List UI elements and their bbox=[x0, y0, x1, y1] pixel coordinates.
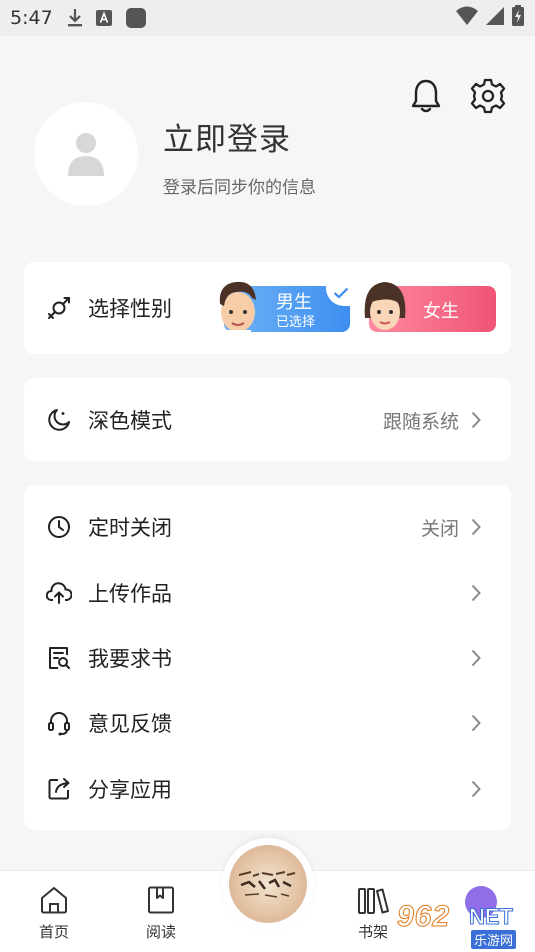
gender-icon bbox=[46, 295, 72, 321]
book-open-icon bbox=[148, 886, 174, 914]
menu-item-feedback[interactable]: 意见反馈 bbox=[24, 690, 511, 756]
nav-bookshelf-label: 书架 bbox=[357, 923, 388, 941]
menu-item-timer[interactable]: 定时关闭 关闭 bbox=[24, 494, 511, 560]
chevron-right-icon bbox=[469, 517, 483, 537]
gear-icon[interactable] bbox=[469, 76, 507, 116]
chevron-right-icon bbox=[469, 648, 483, 668]
nav-bookshelf[interactable]: 书架 bbox=[343, 885, 403, 942]
app-square-icon bbox=[125, 7, 147, 29]
login-title[interactable]: 立即登录 bbox=[163, 114, 291, 159]
nav-reading[interactable]: 阅读 bbox=[131, 885, 191, 942]
menu-item-request-book[interactable]: 我要求书 bbox=[24, 625, 511, 691]
chevron-right-icon bbox=[469, 713, 483, 733]
chevron-right-icon bbox=[469, 583, 483, 603]
download-icon bbox=[67, 8, 83, 28]
avatar[interactable] bbox=[34, 102, 138, 206]
watermark-site-name: 乐游网 bbox=[471, 930, 517, 949]
male-face-icon bbox=[214, 276, 262, 340]
menu-item-label: 上传作品 bbox=[88, 582, 172, 606]
user-placeholder-icon bbox=[68, 133, 104, 176]
site-watermark: 962 NET 乐游网 bbox=[396, 900, 529, 949]
share-icon bbox=[46, 776, 72, 802]
book-search-icon bbox=[46, 645, 72, 671]
nav-reading-label: 阅读 bbox=[145, 923, 176, 941]
book-cover-thumbnail bbox=[229, 845, 307, 923]
menu-item-label: 定时关闭 bbox=[88, 516, 172, 540]
dark-mode-card[interactable]: 深色模式 跟随系统 bbox=[24, 378, 511, 461]
menu-item-upload[interactable]: 上传作品 bbox=[24, 560, 511, 626]
chevron-right-icon bbox=[469, 779, 483, 799]
nav-home-label: 首页 bbox=[38, 923, 69, 941]
home-icon bbox=[41, 887, 67, 914]
menu-item-label: 分享应用 bbox=[88, 778, 172, 802]
clock-icon bbox=[46, 514, 72, 540]
chevron-right-icon bbox=[469, 410, 483, 430]
menu-item-share[interactable]: 分享应用 bbox=[24, 756, 511, 822]
bell-icon[interactable] bbox=[407, 76, 445, 116]
menu-item-label: 我要求书 bbox=[88, 647, 172, 671]
wifi-icon bbox=[455, 6, 479, 30]
bookshelf-icon bbox=[358, 888, 389, 914]
signal-icon bbox=[485, 6, 505, 30]
gender-card: 选择性别 男生 已选择 女生 bbox=[24, 262, 511, 354]
female-label: 女生 bbox=[423, 301, 459, 322]
a-notification-icon bbox=[95, 9, 113, 27]
gender-label: 选择性别 bbox=[88, 297, 172, 321]
headset-icon bbox=[46, 710, 72, 736]
dark-mode-value: 跟随系统 bbox=[382, 410, 459, 433]
watermark-number: 962 bbox=[396, 900, 451, 934]
status-bar: 5:47 bbox=[0, 0, 535, 36]
moon-icon bbox=[46, 407, 72, 433]
center-book-button[interactable] bbox=[222, 838, 314, 930]
nav-home[interactable]: 首页 bbox=[24, 885, 84, 942]
menu-item-value: 关闭 bbox=[420, 517, 459, 540]
female-face-icon bbox=[362, 278, 408, 340]
male-selected-text: 已选择 bbox=[276, 315, 316, 330]
login-subtitle: 登录后同步你的信息 bbox=[163, 178, 316, 198]
header-actions bbox=[407, 76, 507, 116]
menu-item-label: 意见反馈 bbox=[88, 712, 172, 736]
cloud-upload-icon bbox=[46, 580, 72, 606]
settings-menu-card: 定时关闭 关闭 上传作品 我要求书 意见反馈 分享应用 bbox=[24, 485, 511, 830]
battery-charging-icon bbox=[511, 5, 525, 31]
watermark-net: NET bbox=[469, 904, 514, 930]
dark-mode-label: 深色模式 bbox=[88, 409, 172, 433]
status-time: 5:47 bbox=[10, 7, 53, 29]
dark-mode-row[interactable]: 深色模式 跟随系统 bbox=[24, 387, 511, 453]
